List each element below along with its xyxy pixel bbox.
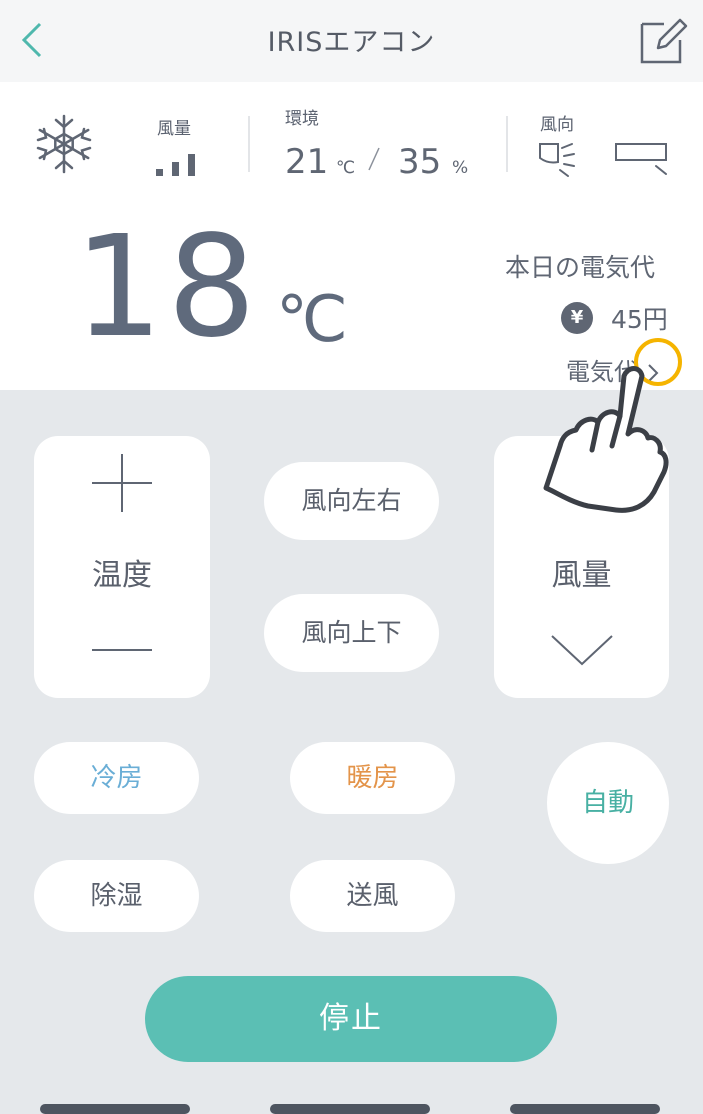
electricity-cost-title: 本日の電気代	[505, 253, 656, 282]
yen-icon: ¥	[561, 302, 593, 334]
mode-heat-button[interactable]: 暖房	[290, 742, 455, 814]
wind-direction-label: 風向	[540, 115, 574, 135]
temperature-up-button[interactable]	[78, 450, 166, 516]
set-temperature-unit: ℃	[276, 283, 348, 357]
set-temperature: 18	[74, 206, 261, 369]
mode-cool-button[interactable]: 冷房	[34, 742, 199, 814]
status-panel: 風量 環境 21 ℃ 35 % 風向 18 ℃ 本日の電気代 ¥ 45円 電気代	[0, 82, 703, 390]
mode-fan-button[interactable]: 送風	[290, 860, 455, 932]
fan-speed-label: 風量	[551, 558, 612, 593]
environment-label: 環境	[285, 109, 319, 129]
app-header: IRISエアコン	[0, 0, 703, 82]
page-title: IRISエアコン	[267, 27, 436, 58]
fan-speed-down-button[interactable]	[544, 628, 620, 672]
room-temperature: 21	[285, 142, 329, 182]
edit-button[interactable]	[638, 14, 690, 66]
chevron-down-icon	[551, 635, 613, 666]
temperature-control: 温度	[34, 436, 210, 698]
room-temperature-unit: ℃	[336, 158, 356, 178]
room-humidity-unit: %	[452, 158, 469, 178]
edit-icon	[640, 18, 688, 64]
vertical-louver-icon	[539, 143, 575, 177]
minus-icon	[92, 649, 152, 651]
fan-speed-label: 風量	[157, 119, 191, 139]
room-humidity: 35	[398, 142, 442, 182]
fan-level-icon	[156, 152, 202, 176]
horizontal-louver-icon	[615, 143, 667, 175]
tab-indicator[interactable]	[40, 1104, 190, 1114]
swing-up-down-button[interactable]: 風向上下	[264, 594, 439, 672]
divider	[248, 116, 250, 172]
hand-pointer-icon	[543, 366, 669, 513]
separator-slash	[368, 147, 380, 171]
temperature-down-button[interactable]	[78, 632, 166, 668]
snowflake-icon	[36, 114, 92, 174]
electricity-cost-value: 45円	[611, 305, 668, 334]
swing-left-right-button[interactable]: 風向左右	[264, 462, 439, 540]
plus-icon	[92, 454, 152, 512]
mode-dry-button[interactable]: 除湿	[34, 860, 199, 932]
tab-indicator[interactable]	[510, 1104, 660, 1114]
tab-indicator[interactable]	[270, 1104, 430, 1114]
mode-auto-button[interactable]: 自動	[547, 742, 669, 864]
temperature-label: 温度	[92, 558, 152, 593]
stop-button[interactable]: 停止	[145, 976, 557, 1062]
divider	[506, 116, 508, 172]
